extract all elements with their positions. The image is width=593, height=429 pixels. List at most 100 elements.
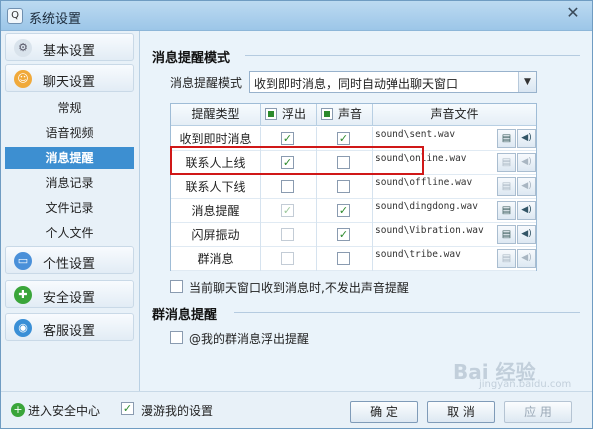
table-row: 消息提醒 ✓ ✓ sound\dingdong.wav ▤ ◀) [171, 199, 536, 223]
sidebar-category-3[interactable]: ✚ 安全设置 [5, 280, 134, 308]
sound-cell [317, 175, 373, 199]
folder-icon[interactable]: ▤ [497, 129, 516, 148]
sidebar-item-0[interactable]: 常规 [5, 97, 134, 119]
folder-icon[interactable]: ▤ [497, 249, 516, 268]
speaker-icon[interactable]: ◀) [517, 249, 536, 268]
mode-label: 消息提醒模式 [170, 76, 243, 90]
sound-file-path[interactable]: sound\offline.wav [375, 177, 472, 188]
sidebar-category-1[interactable]: ☺ 聊天设置 [5, 64, 134, 92]
sound-checkbox[interactable]: ✓ [337, 204, 350, 217]
file-cell: sound\tribe.wav ▤ ◀) [373, 247, 536, 271]
sound-cell [317, 247, 373, 271]
header-sound[interactable]: 声音 [317, 104, 373, 126]
speaker-icon[interactable]: ◀) [517, 153, 536, 172]
bottom-bar: + 进入安全中心 ✓ 漫游我的设置 确 定 取 消 应 用 [1, 391, 592, 428]
sidebar-category-label: 安全设置 [43, 291, 96, 306]
globe-icon: ◉ [14, 319, 32, 337]
sound-file-path[interactable]: sound\dingdong.wav [375, 201, 478, 212]
sidebar-category-label: 个性设置 [43, 257, 96, 272]
shield-icon: ✚ [14, 286, 32, 304]
speaker-icon[interactable]: ◀) [517, 225, 536, 244]
header-popup[interactable]: 浮出 [261, 104, 317, 126]
folder-icon[interactable]: ▤ [497, 177, 516, 196]
table-row: 闪屏振动 ✓ sound\Vibration.wav ▤ ◀) [171, 223, 536, 247]
sidebar-item-3[interactable]: 消息记录 [5, 172, 134, 194]
sidebar: ⚙ 基本设置 ☺ 聊天设置 ▭ 个性设置 ✚ 安全设置 ◉ 客服设置 常规语音视频消息提醒消息记录文… [1, 31, 140, 391]
ok-button[interactable]: 确 定 [350, 401, 418, 423]
gear-icon: ⚙ [14, 39, 32, 57]
sidebar-category-0[interactable]: ⚙ 基本设置 [5, 33, 134, 61]
sidebar-item-1[interactable]: 语音视频 [5, 122, 134, 144]
highlight-box [170, 146, 424, 175]
sound-checkbox[interactable]: ✓ [337, 132, 350, 145]
sidebar-category-label: 聊天设置 [43, 75, 96, 90]
sidebar-category-4[interactable]: ◉ 客服设置 [5, 313, 134, 341]
no-sound-label: 当前聊天窗口收到消息时,不发出声音提醒 [189, 281, 409, 295]
row-type: 消息提醒 [171, 199, 261, 223]
sidebar-item-4[interactable]: 文件记录 [5, 197, 134, 219]
sound-checkbox[interactable] [337, 252, 350, 265]
sound-checkbox[interactable] [337, 180, 350, 193]
folder-icon[interactable]: ▤ [497, 153, 516, 172]
monitor-icon: ▭ [14, 252, 32, 270]
security-center-link[interactable]: 进入安全中心 [28, 402, 100, 419]
mode-select-value: 收到即时消息，同时自动弹出聊天窗口 [254, 77, 459, 91]
sidebar-item-5[interactable]: 个人文件 [5, 222, 134, 244]
header-file: 声音文件 [373, 104, 536, 126]
popup-checkbox[interactable] [281, 252, 294, 265]
header-popup-label: 浮出 [282, 107, 307, 121]
reminder-table: 提醒类型 浮出 声音 声音文件 收到即时消息 ✓ ✓ sound\sent.wav ▤ ◀… [170, 103, 537, 271]
no-sound-checkbox[interactable] [170, 280, 183, 293]
popup-checkbox[interactable] [281, 228, 294, 241]
row-type: 闪屏振动 [171, 223, 261, 247]
file-cell: sound\dingdong.wav ▤ ◀) [373, 199, 536, 223]
apply-button[interactable]: 应 用 [504, 401, 572, 423]
popup-checkbox[interactable]: ✓ [281, 132, 294, 145]
table-row: 联系人下线 sound\offline.wav ▤ ◀) [171, 175, 536, 199]
table-row: 群消息 sound\tribe.wav ▤ ◀) [171, 247, 536, 271]
sound-file-path[interactable]: sound\sent.wav [375, 129, 455, 140]
header-type: 提醒类型 [171, 104, 261, 126]
sidebar-category-label: 基本设置 [43, 44, 96, 59]
speaker-icon[interactable]: ◀) [517, 129, 536, 148]
roam-label: 漫游我的设置 [141, 404, 214, 418]
row-type: 联系人下线 [171, 175, 261, 199]
sound-cell: ✓ [317, 199, 373, 223]
chevron-down-icon[interactable]: ▼ [518, 72, 536, 92]
sidebar-category-label: 客服设置 [43, 324, 96, 339]
header-sound-label: 声音 [338, 107, 363, 121]
folder-icon[interactable]: ▤ [497, 225, 516, 244]
sound-checkbox[interactable]: ✓ [337, 228, 350, 241]
settings-window: Q 系统设置 ✕ ⚙ 基本设置 ☺ 聊天设置 ▭ 个性设置 ✚ 安全设置 ◉ 客服设置 常规语音视频… [0, 0, 593, 429]
sound-cell: ✓ [317, 223, 373, 247]
chat-icon: ☺ [14, 70, 32, 88]
sidebar-item-2[interactable]: 消息提醒 [5, 147, 134, 169]
popup-cell [261, 247, 317, 271]
title-bar[interactable]: Q 系统设置 ✕ [1, 1, 592, 31]
group-option-label: @我的群消息浮出提醒 [189, 332, 310, 346]
speaker-icon[interactable]: ◀) [517, 201, 536, 220]
folder-icon[interactable]: ▤ [497, 201, 516, 220]
window-title: 系统设置 [29, 12, 82, 27]
group-checkbox[interactable] [170, 331, 183, 344]
file-cell: sound\offline.wav ▤ ◀) [373, 175, 536, 199]
sound-file-path[interactable]: sound\tribe.wav [375, 249, 461, 260]
section-title-reminder-mode: 消息提醒模式 [152, 51, 231, 66]
sound-file-path[interactable]: sound\Vibration.wav [375, 225, 484, 236]
sidebar-category-2[interactable]: ▭ 个性设置 [5, 246, 134, 274]
section-title-group: 群消息提醒 [152, 308, 218, 323]
row-type: 群消息 [171, 247, 261, 271]
cancel-button[interactable]: 取 消 [427, 401, 495, 423]
popup-cell [261, 223, 317, 247]
main-panel: 消息提醒模式 消息提醒模式 收到即时消息，同时自动弹出聊天窗口 ▼ 提醒类型 浮… [141, 31, 592, 391]
popup-cell [261, 175, 317, 199]
speaker-icon[interactable]: ◀) [517, 177, 536, 196]
popup-cell: ✓ [261, 199, 317, 223]
section-divider [245, 55, 580, 56]
popup-checkbox[interactable]: ✓ [281, 204, 294, 217]
close-button[interactable]: ✕ [562, 3, 584, 23]
popup-checkbox[interactable] [281, 180, 294, 193]
roam-checkbox[interactable]: ✓ [121, 402, 134, 415]
watermark-sub: jingyan.baidu.com [479, 379, 572, 390]
mode-select[interactable]: 收到即时消息，同时自动弹出聊天窗口 ▼ [249, 71, 537, 93]
